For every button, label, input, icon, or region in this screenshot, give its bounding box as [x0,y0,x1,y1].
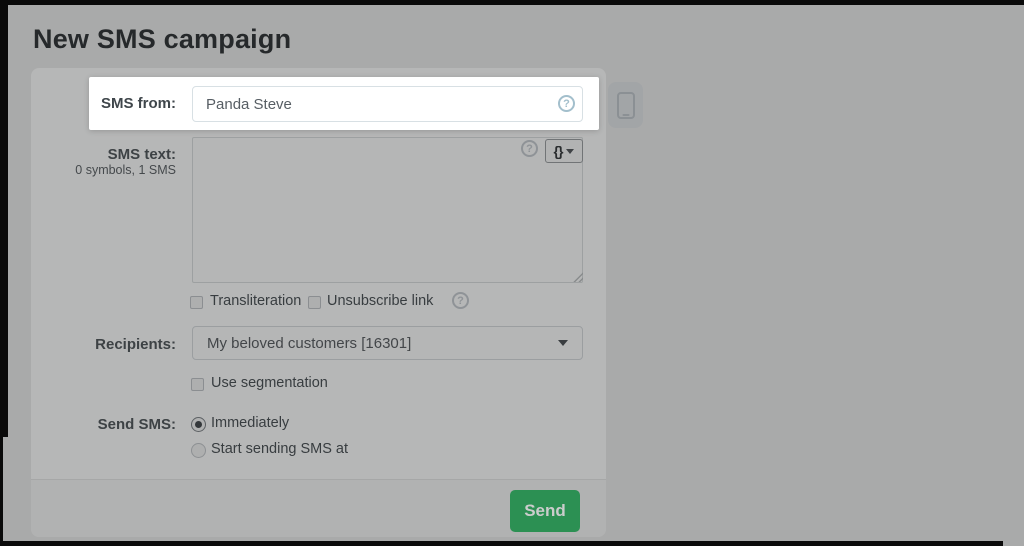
phone-icon [617,92,635,119]
use-segmentation-label: Use segmentation [211,375,328,391]
use-segmentation-checkbox[interactable] [191,378,204,391]
page-title: New SMS campaign [33,24,291,55]
variables-button[interactable]: {} [545,139,583,163]
sms-from-label: SMS from: [30,95,176,112]
window-frame-left [0,0,8,437]
sms-text-textarea[interactable] [192,137,583,283]
radio-immediately-label: Immediately [211,415,289,431]
unsubscribe-label: Unsubscribe link [327,293,433,309]
window-frame-top [0,0,1024,5]
sms-campaign-screen: New SMS campaign SMS from: ? SMS text: 0… [0,0,1024,546]
recipients-label: Recipients: [30,336,176,353]
recipients-selected-value: My beloved customers [16301] [207,335,411,352]
transliteration-checkbox[interactable] [190,296,203,309]
sms-from-help-icon[interactable]: ? [558,95,575,112]
transliteration-label: Transliteration [210,293,301,309]
recipients-select[interactable]: My beloved customers [16301] [192,326,583,360]
sms-from-input[interactable] [192,86,583,122]
radio-selected-dot [195,421,202,428]
unsubscribe-help-icon[interactable]: ? [452,292,469,309]
radio-immediately[interactable] [191,417,206,432]
send-sms-label: Send SMS: [30,416,176,433]
window-frame-bottom [0,541,1003,546]
phone-home-bar [622,114,629,116]
phone-preview-button[interactable] [608,82,643,128]
variables-icon: {} [554,144,563,158]
sms-text-help-icon[interactable]: ? [521,140,538,157]
window-frame-left-thin [0,437,3,546]
unsubscribe-checkbox[interactable] [308,296,321,309]
sms-counter: 0 symbols, 1 SMS [30,163,176,177]
radio-schedule[interactable] [191,443,206,458]
caret-down-icon [566,149,574,154]
caret-down-icon [558,340,568,346]
radio-schedule-label: Start sending SMS at [211,441,348,457]
sms-text-label: SMS text: [30,146,176,163]
send-button[interactable]: Send [510,490,580,532]
